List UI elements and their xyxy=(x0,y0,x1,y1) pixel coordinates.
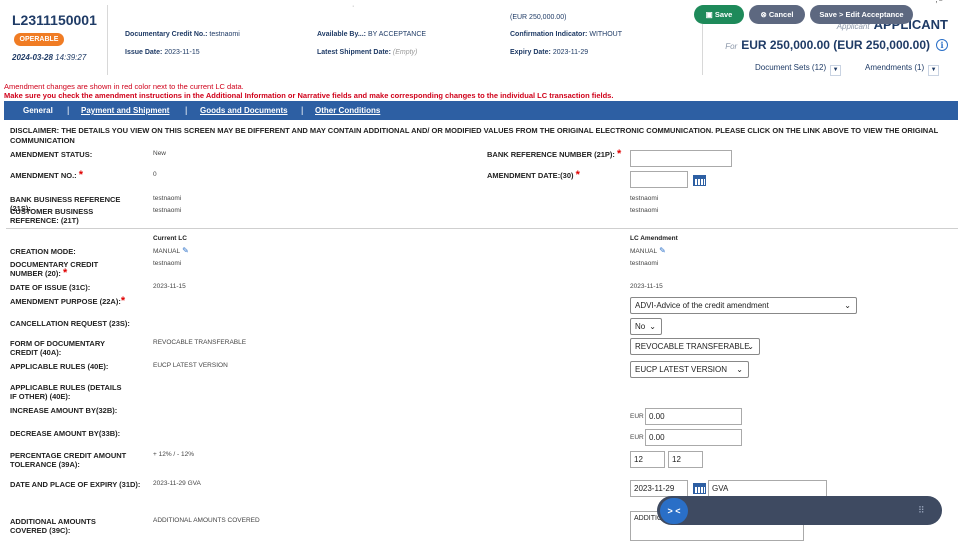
chevron-down-icon: ⌄ xyxy=(747,342,754,351)
drag-handle-icon[interactable]: ⠿ xyxy=(918,505,925,516)
form-of-credit-value: REVOCABLE TRANSFERABLE xyxy=(153,339,247,346)
latest-shipment-date: Latest Shipment Date: (Empty) xyxy=(317,49,418,56)
collapse-toggle-button[interactable]: > < xyxy=(660,498,688,524)
section-divider xyxy=(6,228,958,229)
cancel-button[interactable]: ⊗ Cancel xyxy=(749,5,805,24)
additional-amounts-value: ADDITIONAL AMOUNTS COVERED xyxy=(153,517,260,524)
pencil-icon: ✎ xyxy=(182,246,189,255)
amendment-note: Amendment changes are shown in red color… xyxy=(4,82,244,91)
tab-other-conditions[interactable]: Other Conditions xyxy=(315,101,380,120)
applicable-rules-value: EUCP LATEST VERSION xyxy=(153,362,228,369)
info-icon[interactable]: i xyxy=(936,39,948,51)
bank-reference-input[interactable] xyxy=(630,150,732,167)
chevron-down-icon: ⌄ xyxy=(844,301,851,310)
tolerance-label: PERCENTAGE CREDIT AMOUNT TOLERANCE (39A)… xyxy=(10,451,127,469)
increase-currency: EUR xyxy=(630,413,644,420)
calendar-icon[interactable] xyxy=(693,175,706,186)
amendment-date-label: AMENDMENT DATE:(30) * xyxy=(487,169,580,181)
applicable-rules-select[interactable]: EUCP LATEST VERSION ⌄ xyxy=(630,361,749,378)
applicable-rules-label: APPLICABLE RULES (40E): xyxy=(10,362,109,371)
expiry-place-input[interactable] xyxy=(708,480,827,497)
bank-reference-label: BANK REFERENCE NUMBER (21P): * xyxy=(487,148,622,160)
document-sets-dropdown[interactable]: Document Sets (12) ▼ xyxy=(755,63,842,76)
issue-date: Issue Date: 2023-11-15 xyxy=(125,49,200,56)
date-of-issue-amend: 2023-11-15 xyxy=(630,283,663,290)
lc-reference: L2311150001 xyxy=(12,12,97,28)
customer-business-ref-amend: testnaomi xyxy=(630,207,659,214)
cancel-icon: ⊗ xyxy=(760,10,767,19)
bank-business-ref-amend: testnaomi xyxy=(630,195,659,202)
action-bar xyxy=(657,496,942,525)
tab-separator: | xyxy=(67,105,70,115)
status-badge: OPERABLE xyxy=(14,33,64,46)
amendment-purpose-select[interactable]: ADVI-Advice of the credit amendment ⌄ xyxy=(630,297,857,314)
tab-payment-and-shipment[interactable]: Payment and Shipment xyxy=(81,101,169,120)
doc-credit-number-value: testnaomi xyxy=(153,260,182,267)
confirmation-indicator: Confirmation Indicator: WITHOUT xyxy=(510,31,623,38)
chevron-down-icon: ⌄ xyxy=(736,365,743,374)
expiry-date-place-label: DATE AND PLACE OF EXPIRY (31D): xyxy=(10,480,141,489)
amendment-no-label: AMENDMENT NO.: * xyxy=(10,169,84,181)
chevron-down-icon: ▼ xyxy=(830,65,842,76)
tab-goods-and-documents[interactable]: Goods and Documents xyxy=(200,101,288,120)
amendment-purpose-label: AMENDMENT PURPOSE (22A):* xyxy=(10,295,126,307)
header-dot: · xyxy=(352,3,355,10)
tab-separator: | xyxy=(301,105,304,115)
tab-bar: General | Payment and Shipment | Goods a… xyxy=(4,101,958,120)
expiry-date: Expiry Date: 2023-11-29 xyxy=(510,49,589,56)
decrease-amount-input[interactable] xyxy=(645,429,742,446)
tab-general[interactable]: General xyxy=(23,101,53,120)
decrease-amount-label: DECREASE AMOUNT BY(33B): xyxy=(10,429,121,438)
save-button[interactable]: ▣ Save xyxy=(694,5,744,24)
creation-mode-value: MANUAL ✎ xyxy=(153,246,189,256)
doc-credit-number-label: DOCUMENTARY CREDIT NUMBER (20): * xyxy=(10,260,99,279)
amendments-dropdown[interactable]: Amendments (1) ▼ xyxy=(865,63,940,76)
lc-amendment-header: LC Amendment xyxy=(630,235,678,242)
corner-glyphs: ′ ‾ xyxy=(935,0,942,9)
applicable-rules-other-label: APPLICABLE RULES (DETAILS IF OTHER) (40E… xyxy=(10,383,122,401)
cancellation-request-label: CANCELLATION REQUEST (23S): xyxy=(10,319,130,328)
additional-amounts-label: ADDITIONAL AMOUNTS COVERED (39C): xyxy=(10,517,96,535)
creation-mode-amend: MANUAL ✎ xyxy=(630,246,666,256)
bank-business-ref-value: testnaomi xyxy=(153,195,182,202)
tolerance-plus-input[interactable] xyxy=(630,451,665,468)
customer-business-ref-label: CUSTOMER BUSINESS REFERENCE: (21T) xyxy=(10,207,94,225)
pencil-icon: ✎ xyxy=(659,246,666,255)
chevron-down-icon: ▼ xyxy=(928,65,940,76)
lc-amount: For EUR 250,000.00 (EUR 250,000.00) i xyxy=(725,38,948,52)
amendment-warning: Make sure you check the amendment instru… xyxy=(4,91,614,100)
available-by: Available By...: BY ACCEPTANCE xyxy=(317,31,427,38)
customer-business-ref-value: testnaomi xyxy=(153,207,182,214)
tolerance-value: + 12% / - 12% xyxy=(153,451,195,458)
chevron-down-icon: ⌄ xyxy=(649,322,656,331)
amendment-status-label: AMENDMENT STATUS: xyxy=(10,150,93,159)
decrease-currency: EUR xyxy=(630,434,644,441)
documentary-credit-no: Documentary Credit No.: testnaomi xyxy=(125,31,240,38)
header-amount-small: (EUR 250,000.00) xyxy=(510,14,567,21)
form-of-credit-select[interactable]: REVOCABLE TRANSFERABLE ⌄ xyxy=(630,338,760,355)
date-of-issue-label: DATE OF ISSUE (31C): xyxy=(10,283,91,292)
header-divider xyxy=(107,5,108,75)
increase-amount-input[interactable] xyxy=(645,408,742,425)
increase-amount-label: INCREASE AMOUNT BY(32B): xyxy=(10,406,118,415)
cancellation-request-select[interactable]: No ⌄ xyxy=(630,318,662,335)
creation-mode-label: CREATION MODE: xyxy=(10,247,76,256)
expiry-date-place-value: 2023-11-29 GVA xyxy=(153,480,201,487)
current-lc-header: Current LC xyxy=(153,235,187,242)
tab-separator: | xyxy=(185,105,188,115)
form-of-credit-label: FORM OF DOCUMENTARY CREDIT (40A): xyxy=(10,339,105,357)
save-icon: ▣ xyxy=(705,10,713,19)
disclaimer: DISCLAIMER: THE DETAILS YOU VIEW ON THIS… xyxy=(10,126,939,145)
timestamp: 2024-03-28 14:39:27 xyxy=(12,53,87,62)
expiry-date-input[interactable] xyxy=(630,480,688,497)
save-edit-acceptance-button[interactable]: Save > Edit Acceptance xyxy=(810,5,913,24)
amendment-date-input[interactable] xyxy=(630,171,688,188)
date-of-issue-value: 2023-11-15 xyxy=(153,283,186,290)
amendment-status-value: New xyxy=(153,150,167,157)
amendment-no-value: 0 xyxy=(153,171,157,178)
tolerance-minus-input[interactable] xyxy=(668,451,703,468)
calendar-icon[interactable] xyxy=(693,483,706,494)
doc-credit-number-amend: testnaomi xyxy=(630,260,659,267)
